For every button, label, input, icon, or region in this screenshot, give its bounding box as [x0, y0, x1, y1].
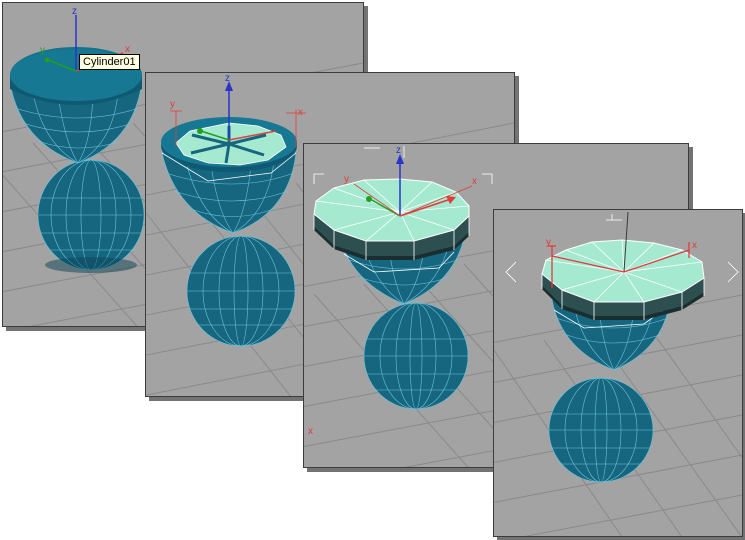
axis-x-label: x — [692, 240, 697, 251]
dome-4 — [548, 377, 654, 483]
dome-2 — [186, 235, 296, 347]
axis-z-label: z — [396, 145, 401, 156]
axis-y-label: y — [546, 237, 551, 248]
extruded-top-4 — [541, 239, 705, 320]
axis-y-label: y — [170, 99, 175, 110]
axis-z-label: z — [72, 6, 77, 17]
svg-text:x: x — [308, 426, 313, 437]
axis-y-label: y — [344, 174, 349, 185]
dome-3 — [363, 302, 469, 410]
axis-y-label: y — [40, 45, 45, 56]
object-name-tooltip: Cylinder01 — [79, 54, 140, 70]
viewport-4-scene: y x — [494, 211, 742, 536]
axis-x-label: x — [472, 176, 477, 187]
axis-z-label: z — [225, 73, 230, 84]
extruded-top-3 — [313, 178, 470, 260]
dome-1 — [37, 159, 145, 273]
viewport-panel-4[interactable]: y x — [493, 209, 743, 537]
axis-x-label: x — [298, 107, 303, 118]
